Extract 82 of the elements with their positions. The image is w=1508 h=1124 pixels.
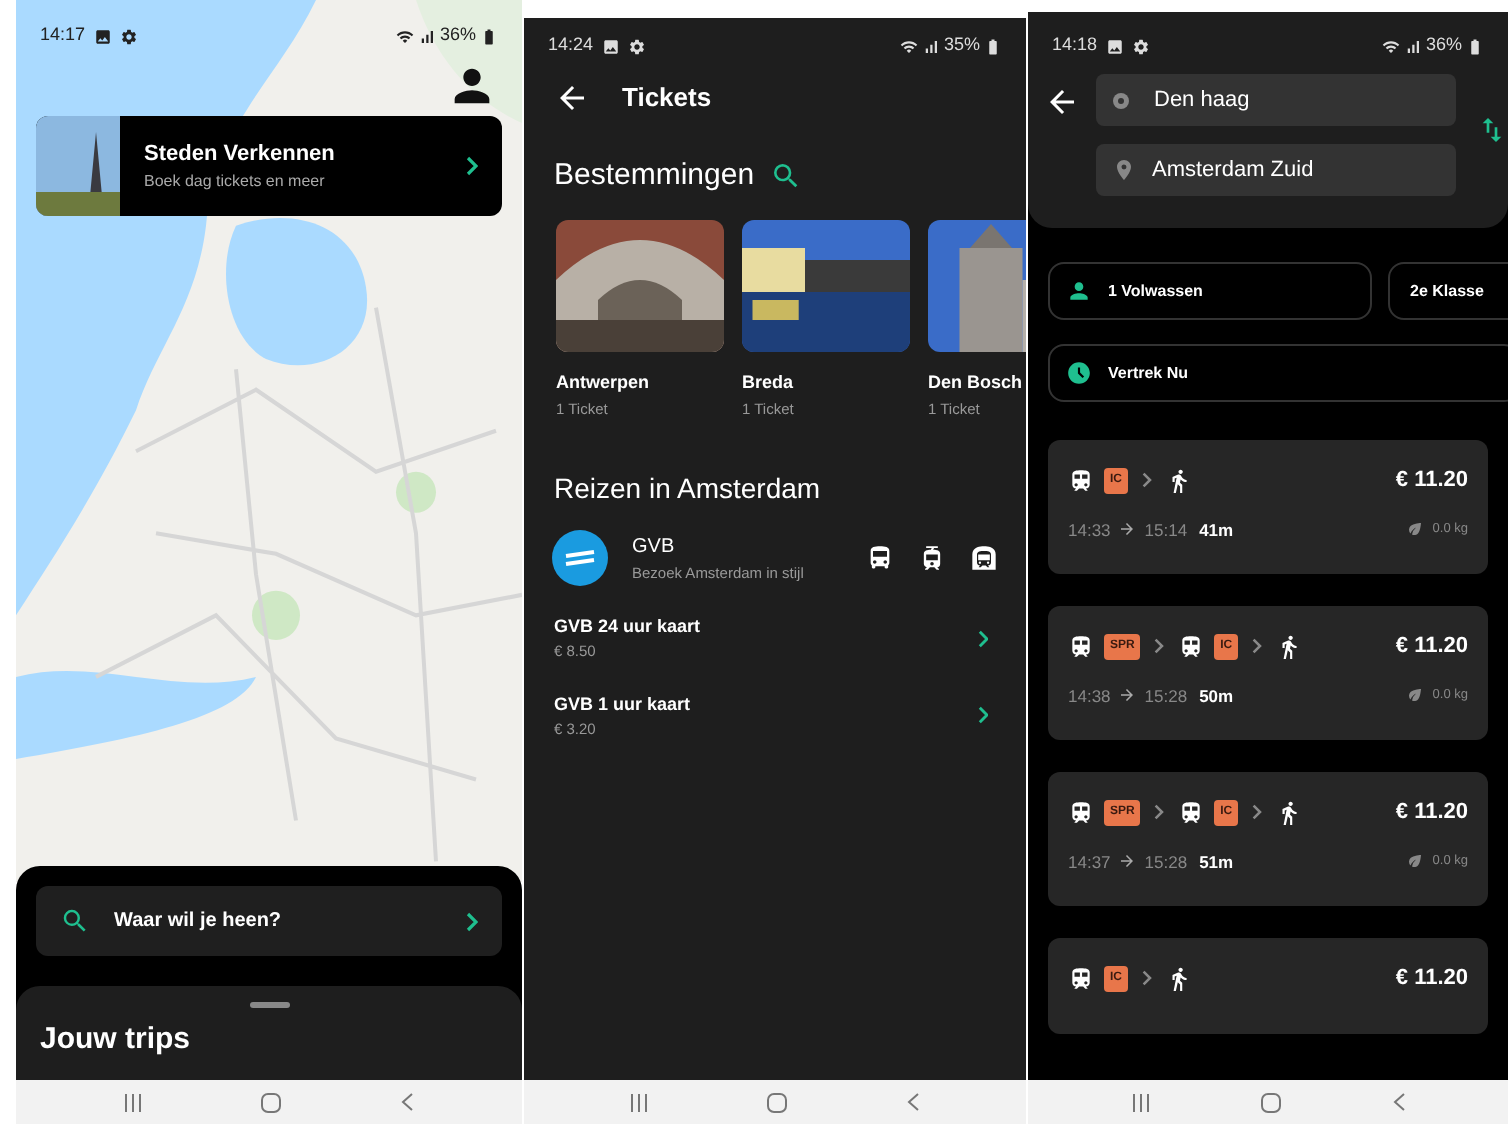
origin-dot-icon bbox=[1112, 91, 1130, 109]
search-field[interactable]: Waar wil je heen? bbox=[36, 886, 502, 956]
image-icon bbox=[1105, 37, 1124, 55]
train-icon bbox=[1068, 965, 1094, 992]
back-icon[interactable] bbox=[400, 1092, 415, 1112]
arrow-icon bbox=[1118, 520, 1137, 539]
chevron-icon bbox=[466, 911, 478, 931]
search-icon bbox=[60, 906, 90, 936]
leaf-icon bbox=[1406, 852, 1425, 871]
home-icon[interactable] bbox=[259, 1091, 282, 1113]
class-selector[interactable]: 2e Klasse bbox=[1388, 262, 1508, 320]
home-icon[interactable] bbox=[765, 1091, 788, 1113]
search-icon[interactable] bbox=[770, 159, 803, 192]
recent-apps-icon[interactable] bbox=[123, 1093, 142, 1111]
chevron-icon bbox=[1154, 804, 1165, 821]
leaf-icon bbox=[1406, 520, 1425, 539]
recent-apps-icon[interactable] bbox=[1131, 1093, 1149, 1111]
origin-field[interactable]: Den haag bbox=[1096, 74, 1456, 126]
arrow-icon bbox=[1118, 852, 1137, 871]
arrival-time: 15:28 bbox=[1144, 849, 1188, 875]
home-icon[interactable] bbox=[1259, 1091, 1281, 1113]
page-title: Tickets bbox=[622, 80, 712, 116]
battery-level: 35% bbox=[943, 32, 980, 59]
leaf-icon bbox=[1406, 686, 1425, 705]
duration: 41m bbox=[1199, 517, 1236, 543]
signal-icon bbox=[921, 37, 940, 55]
status-time: 14:24 bbox=[548, 32, 594, 59]
price: € 11.20 bbox=[1395, 466, 1468, 496]
bus-icon bbox=[866, 543, 894, 572]
chevron-icon bbox=[1252, 804, 1262, 821]
recent-apps-icon[interactable] bbox=[630, 1093, 649, 1111]
chevron-icon bbox=[1154, 638, 1165, 655]
departure-time: 14:33 bbox=[1068, 517, 1111, 543]
section-title: Reizen in Amsterdam bbox=[552, 469, 823, 508]
destination-field[interactable]: Amsterdam Zuid bbox=[1096, 144, 1456, 196]
metro-icon bbox=[970, 543, 998, 572]
battery-level: 36% bbox=[1425, 32, 1462, 59]
price: € 11.20 bbox=[1395, 964, 1468, 994]
duration: 50m bbox=[1199, 683, 1236, 709]
gear-icon bbox=[1131, 37, 1150, 55]
train-icon bbox=[1068, 799, 1094, 826]
arrow-icon bbox=[1118, 686, 1137, 705]
price: € 11.20 bbox=[1395, 798, 1468, 828]
wifi-icon bbox=[899, 37, 918, 55]
wifi-icon bbox=[1381, 37, 1400, 55]
destination-name[interactable]: Breda bbox=[742, 370, 910, 397]
battery-icon bbox=[1466, 37, 1484, 55]
departure-time: 14:37 bbox=[1068, 849, 1111, 875]
train-icon bbox=[1178, 633, 1205, 660]
arrival-time: 15:28 bbox=[1144, 683, 1188, 709]
train-icon bbox=[1068, 633, 1094, 660]
tram-icon bbox=[918, 543, 946, 572]
departure-selector[interactable]: Vertrek Nu bbox=[1048, 344, 1508, 402]
person-icon bbox=[1066, 278, 1092, 304]
sheet-title: Jouw trips bbox=[40, 1020, 193, 1060]
battery-icon bbox=[984, 37, 1002, 55]
chevron-icon bbox=[977, 706, 988, 725]
provider-name: GVB bbox=[632, 533, 677, 562]
clock-icon bbox=[1066, 360, 1092, 386]
location-pin-icon bbox=[1112, 158, 1136, 182]
train-icon bbox=[1068, 467, 1094, 494]
logo-icon bbox=[552, 529, 608, 586]
back-icon[interactable] bbox=[905, 1092, 920, 1112]
train-icon bbox=[1178, 799, 1205, 826]
signal-icon bbox=[1403, 37, 1422, 55]
section-title: Bestemmingen bbox=[554, 155, 755, 195]
back-icon[interactable] bbox=[1391, 1092, 1405, 1112]
chevron-icon bbox=[1142, 970, 1152, 987]
gear-icon bbox=[627, 37, 646, 55]
duration: 51m bbox=[1199, 849, 1236, 875]
status-time: 14:18 bbox=[1052, 32, 1098, 59]
destination-name[interactable]: Antwerpen bbox=[556, 370, 724, 397]
chevron-icon bbox=[977, 629, 988, 648]
drag-handle[interactable] bbox=[249, 1002, 289, 1008]
passenger-selector[interactable]: 1 Volwassen bbox=[1048, 262, 1372, 320]
arrival-time: 15:14 bbox=[1144, 517, 1188, 543]
chevron-icon bbox=[1142, 472, 1152, 489]
price: € 11.20 bbox=[1395, 632, 1468, 662]
destination-name[interactable]: Den Bosch bbox=[928, 370, 1026, 397]
departure-time: 14:38 bbox=[1068, 683, 1111, 709]
image-icon bbox=[601, 37, 620, 55]
chevron-icon bbox=[1252, 638, 1262, 655]
